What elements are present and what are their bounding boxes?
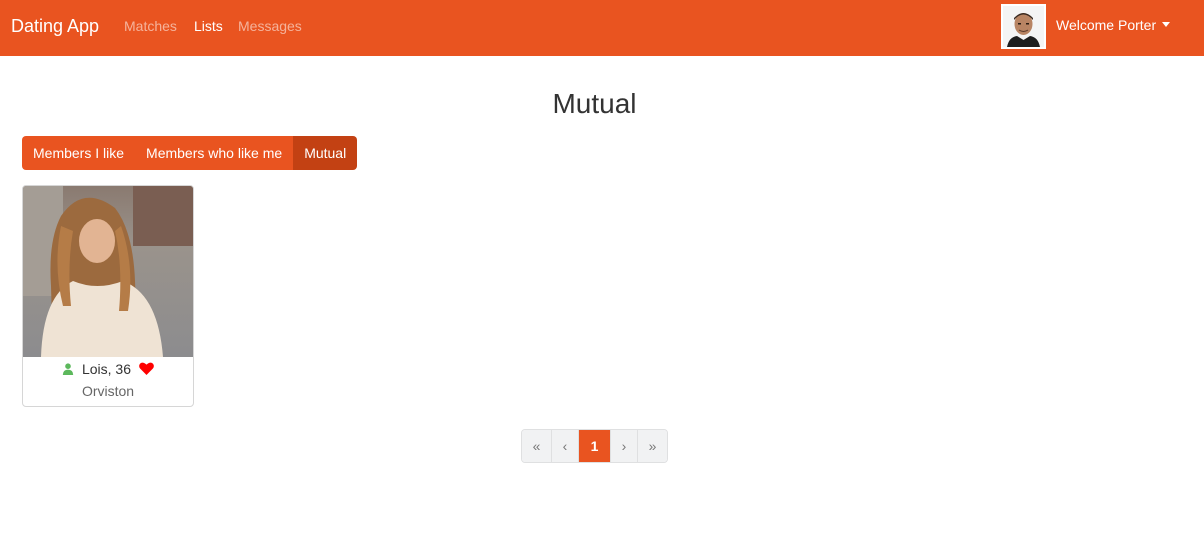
member-photo[interactable]: [23, 186, 193, 357]
pagination-next-button[interactable]: ›: [611, 430, 638, 462]
filter-mutual-button[interactable]: Mutual: [293, 136, 358, 170]
user-icon: [62, 363, 74, 375]
member-name-age: Lois, 36: [81, 361, 132, 377]
welcome-text: Welcome Porter: [1056, 17, 1157, 33]
pagination: « ‹ 1 › »: [521, 429, 668, 463]
pagination-last-button[interactable]: »: [638, 430, 667, 462]
brand-link[interactable]: Dating App: [11, 15, 99, 37]
nav-link-lists[interactable]: Lists: [194, 18, 223, 35]
member-city: Orviston: [81, 383, 135, 399]
filter-members-who-like-me-button[interactable]: Members who like me: [135, 136, 294, 170]
pagination-page-1-button[interactable]: 1: [579, 430, 611, 462]
list-filter-group: Members I like Members who like me Mutua…: [22, 136, 358, 170]
heart-icon[interactable]: [138, 362, 154, 375]
nav-link-matches[interactable]: Matches: [124, 18, 177, 35]
user-avatar-icon: [1003, 6, 1044, 47]
member-photo-image: [23, 186, 193, 357]
caret-down-icon: [1162, 22, 1171, 27]
pagination-first-button[interactable]: «: [522, 430, 552, 462]
pagination-prev-button[interactable]: ‹: [552, 430, 579, 462]
member-card[interactable]: Lois, 36 Orviston: [22, 185, 194, 407]
filter-members-i-like-button[interactable]: Members I like: [22, 136, 136, 170]
nav-link-messages[interactable]: Messages: [238, 18, 302, 35]
page-title: Mutual: [552, 88, 637, 119]
member-name-row: Lois, 36: [23, 360, 193, 378]
navbar: Dating App Matches Lists Messages Welcom…: [0, 0, 1204, 56]
user-avatar[interactable]: [1001, 4, 1046, 49]
user-menu-toggle[interactable]: Welcome Porter: [1056, 16, 1171, 34]
